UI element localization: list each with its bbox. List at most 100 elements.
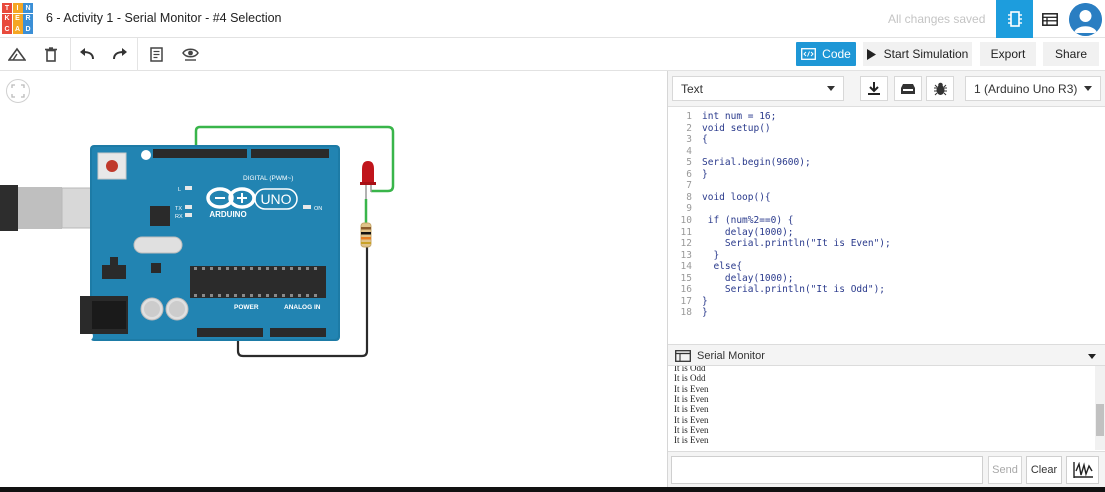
code-text: int num = 16;: [702, 111, 777, 122]
circuit-view-button[interactable]: [996, 0, 1033, 38]
code-line[interactable]: 1 int num = 16;: [668, 111, 1105, 123]
trash-icon[interactable]: [40, 44, 62, 64]
save-status: All changes saved: [888, 12, 986, 26]
line-number: 4: [686, 145, 692, 157]
line-number: 11: [680, 226, 692, 238]
line-number: 18: [680, 307, 692, 319]
serial-footer: Send Clear: [668, 451, 1105, 492]
code-line[interactable]: 4: [668, 146, 1105, 158]
debugger-button[interactable]: [926, 76, 954, 101]
line-number: 15: [680, 272, 692, 284]
rotate-icon[interactable]: [6, 44, 28, 64]
code-header: Text 1 (Arduino Uno R3): [668, 71, 1105, 107]
resistor[interactable]: [360, 222, 372, 248]
code-line[interactable]: 15 delay(1000);: [668, 273, 1105, 285]
code-line[interactable]: 11 delay(1000);: [668, 227, 1105, 239]
serial-scrollbar[interactable]: [1095, 366, 1105, 450]
serial-monitor-header[interactable]: Serial Monitor: [668, 344, 1105, 366]
line-number: 17: [680, 295, 692, 307]
logo-letter: D: [23, 24, 33, 34]
line-number: 14: [680, 261, 692, 273]
libraries-button[interactable]: [894, 76, 922, 101]
serial-input[interactable]: [671, 456, 983, 484]
code-line[interactable]: 9: [668, 203, 1105, 215]
code-text: delay(1000);: [702, 272, 794, 284]
code-text: void loop(){: [702, 191, 771, 203]
serial-output-line: It is Even: [674, 414, 709, 425]
power-label: POWER: [234, 304, 259, 311]
download-button[interactable]: [860, 76, 888, 101]
top-bar: TIN KER CAD 6 - Activity 1 - Serial Monito…: [0, 0, 1105, 38]
code-mode-value: Text: [681, 82, 704, 96]
eye-icon[interactable]: [179, 44, 201, 64]
user-avatar[interactable]: [1069, 3, 1102, 36]
play-icon: [866, 48, 876, 60]
code-line[interactable]: 18}: [668, 307, 1105, 319]
code-text: {: [702, 134, 708, 146]
window-icon: [675, 350, 691, 362]
table-icon: [1042, 12, 1058, 26]
red-led[interactable]: [360, 161, 376, 199]
graph-button[interactable]: [1066, 456, 1099, 484]
logo-letter: K: [2, 13, 12, 24]
chevron-down-icon: [827, 86, 835, 91]
line-number: 6: [686, 168, 692, 180]
library-icon: [901, 83, 915, 94]
redo-icon[interactable]: [109, 44, 131, 64]
arduino-uno-board[interactable]: DIGITAL (PWM~) UNO ARDUINO L TX RX ON PO…: [80, 145, 351, 341]
code-line[interactable]: 6}: [668, 169, 1105, 181]
start-simulation-button[interactable]: Start Simulation: [863, 42, 972, 66]
code-line[interactable]: 13 }: [668, 250, 1105, 262]
on-label: ON: [314, 206, 322, 212]
design-title[interactable]: 6 - Activity 1 - Serial Monitor - #4 Sel…: [46, 11, 282, 25]
code-line[interactable]: 5 Serial.begin(9600);: [668, 157, 1105, 169]
code-line[interactable]: 8 void loop(){: [668, 192, 1105, 204]
logo-letter: R: [23, 13, 33, 24]
logo-letter: C: [2, 24, 12, 34]
board-dropdown[interactable]: 1 (Arduino Uno R3): [965, 76, 1101, 101]
notes-icon[interactable]: [145, 44, 167, 64]
serial-output-line: It is Even: [674, 424, 709, 435]
code-mode-dropdown[interactable]: Text: [672, 76, 844, 101]
code-text: }: [702, 249, 720, 261]
code-line[interactable]: 2 void setup(): [668, 123, 1105, 135]
chip-icon: [1007, 11, 1022, 27]
component-list-button[interactable]: [1033, 0, 1067, 38]
code-line[interactable]: 17}: [668, 296, 1105, 308]
start-simulation-label: Start Simulation: [883, 47, 969, 61]
undo-icon[interactable]: [76, 44, 98, 64]
share-button[interactable]: Share: [1043, 42, 1099, 66]
clear-button[interactable]: Clear: [1026, 456, 1062, 484]
line-number: 1: [686, 111, 692, 122]
download-icon: [868, 82, 880, 95]
code-text: }: [702, 295, 708, 307]
code-text: Serial.println("It is Odd");: [702, 284, 886, 296]
chevron-down-icon: [1084, 86, 1092, 91]
code-line[interactable]: 16 Serial.println("It is Odd");: [668, 284, 1105, 296]
code-line[interactable]: 7: [668, 180, 1105, 192]
circuit-canvas[interactable]: DIGITAL (PWM~) UNO ARDUINO L TX RX ON PO…: [0, 71, 667, 492]
tinkercad-logo[interactable]: TIN KER CAD: [2, 3, 33, 34]
line-number: 12: [680, 238, 692, 250]
chevron-down-icon[interactable]: [1088, 354, 1096, 359]
l-led-label: L: [178, 187, 181, 193]
serial-output[interactable]: It is Odd It is Odd It is Even It is Even It…: [668, 366, 1105, 450]
code-text: void setup(): [702, 122, 771, 134]
serial-output-line: It is Odd: [674, 366, 706, 373]
code-line[interactable]: 14 else{: [668, 261, 1105, 273]
code-text: Serial.begin(9600);: [702, 157, 811, 169]
scrollbar-thumb[interactable]: [1096, 404, 1104, 436]
code-button[interactable]: Code: [796, 42, 856, 66]
toolbar-divider: [70, 38, 71, 71]
code-line[interactable]: 3{: [668, 134, 1105, 146]
code-line[interactable]: 12 Serial.println("It is Even");: [668, 238, 1105, 250]
toolbar-divider: [137, 38, 138, 71]
export-button[interactable]: Export: [980, 42, 1036, 66]
line-number: 7: [686, 180, 692, 192]
code-editor[interactable]: 1 int num = 16; 2 void setup() 3{4 5 Serial.be…: [668, 108, 1105, 344]
logo-letter: A: [12, 24, 23, 34]
code-line[interactable]: 10 if (num%2==0) {: [668, 215, 1105, 227]
line-number: 2: [686, 122, 692, 134]
line-number: 3: [686, 134, 692, 146]
send-button[interactable]: Send: [988, 456, 1022, 484]
